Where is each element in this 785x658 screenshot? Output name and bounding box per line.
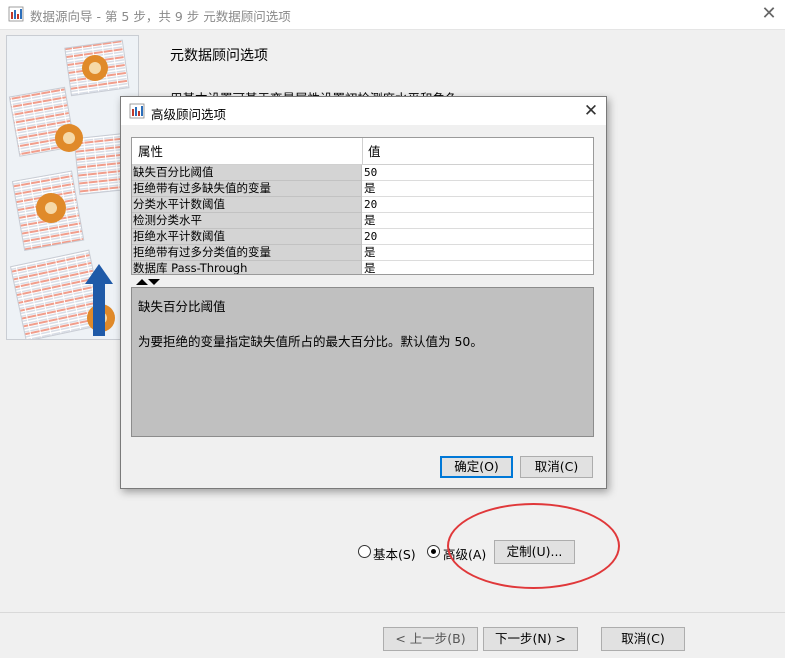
dialog-titlebar: 高级顾问选项 ✕ [121, 97, 606, 125]
table-row[interactable]: 缺失百分比阈值 50 [132, 165, 593, 181]
page-title: 元数据顾问选项 [170, 48, 268, 64]
splitter-handle-icon[interactable] [135, 278, 161, 286]
property-name: 拒绝带有过多分类值的变量 [132, 245, 362, 261]
cancel-button[interactable]: 取消(C) [601, 627, 685, 651]
property-name: 缺失百分比阈值 [132, 165, 362, 181]
grid-header: 属性 值 [132, 138, 593, 165]
table-row[interactable]: 拒绝水平计数阈值 20 [132, 229, 593, 245]
column-separator[interactable] [362, 138, 363, 165]
column-header-property: 属性 [138, 144, 164, 159]
column-header-value: 值 [368, 144, 381, 159]
property-name: 检测分类水平 [132, 213, 362, 229]
property-value[interactable]: 是 [362, 261, 593, 274]
table-row[interactable]: 检测分类水平 是 [132, 213, 593, 229]
dialog-cancel-button[interactable]: 取消(C) [520, 456, 593, 478]
window-titlebar: 数据源向导 - 第 5 步，共 9 步 元数据顾问选项 ✕ [0, 0, 785, 30]
app-icon [129, 103, 145, 119]
property-name: 拒绝带有过多缺失值的变量 [132, 181, 362, 197]
advanced-radio[interactable] [427, 545, 440, 558]
advanced-options-dialog: 高级顾问选项 ✕ 属性 值 缺失百分比阈值 50 拒绝带有过多缺失值的变量 是 … [120, 96, 607, 489]
property-value[interactable]: 20 [362, 229, 593, 245]
table-row[interactable]: 拒绝带有过多分类值的变量 是 [132, 245, 593, 261]
table-row[interactable]: 数据库 Pass-Through 是 [132, 261, 593, 274]
back-button[interactable]: < 上一步(B) [383, 627, 478, 651]
description-text: 为要拒绝的变量指定缺失值所占的最大百分比。默认值为 50。 [138, 334, 483, 349]
property-value[interactable]: 50 [362, 165, 593, 181]
window-title: 数据源向导 - 第 5 步，共 9 步 元数据顾问选项 [30, 9, 291, 24]
dialog-title: 高级顾问选项 [151, 107, 227, 122]
table-row[interactable]: 分类水平计数阈值 20 [132, 197, 593, 213]
property-value[interactable]: 是 [362, 213, 593, 229]
basic-radio-label[interactable]: 基本(S) [373, 544, 416, 563]
property-name: 分类水平计数阈值 [132, 197, 362, 213]
description-panel: 缺失百分比阈值 为要拒绝的变量指定缺失值所占的最大百分比。默认值为 50。 [131, 287, 594, 437]
property-name: 数据库 Pass-Through [132, 261, 362, 274]
description-title: 缺失百分比阈值 [138, 299, 226, 314]
dialog-close-button[interactable]: ✕ [579, 99, 603, 123]
table-row[interactable]: 拒绝带有过多缺失值的变量 是 [132, 181, 593, 197]
property-value[interactable]: 是 [362, 181, 593, 197]
basic-radio[interactable] [358, 545, 371, 558]
footer-divider [0, 612, 785, 613]
property-value[interactable]: 是 [362, 245, 593, 261]
next-button[interactable]: 下一步(N) > [483, 627, 578, 651]
ok-button[interactable]: 确定(O) [440, 456, 513, 478]
properties-grid: 属性 值 缺失百分比阈值 50 拒绝带有过多缺失值的变量 是 分类水平计数阈值 … [131, 137, 594, 275]
app-icon [8, 6, 24, 22]
property-name: 拒绝水平计数阈值 [132, 229, 362, 245]
property-value[interactable]: 20 [362, 197, 593, 213]
highlight-annotation [447, 503, 620, 589]
window-close-button[interactable]: ✕ [756, 2, 782, 26]
